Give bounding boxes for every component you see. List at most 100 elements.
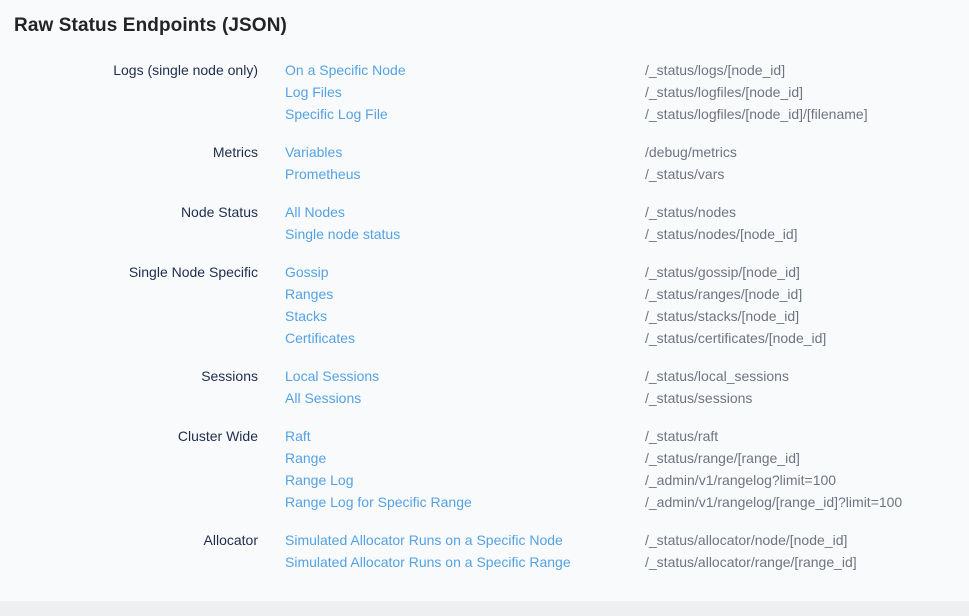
endpoint-link[interactable]: Gossip	[285, 264, 329, 280]
endpoint-group: Sessions Local Sessions /_status/local_ses…	[0, 365, 969, 409]
endpoint-row: All Nodes /_status/nodes	[285, 201, 969, 223]
endpoint-row: All Sessions /_status/sessions	[285, 387, 969, 409]
endpoint-link-cell: Ranges	[285, 283, 645, 305]
raw-status-endpoints-page: Raw Status Endpoints (JSON) Logs (single…	[0, 13, 969, 573]
category-label: Node Status	[0, 201, 258, 245]
endpoint-row: Local Sessions /_status/local_sessions	[285, 365, 969, 387]
endpoint-link[interactable]: Simulated Allocator Runs on a Specific R…	[285, 554, 571, 570]
endpoint-group: Allocator Simulated Allocator Runs on a S…	[0, 529, 969, 573]
endpoint-path: /_admin/v1/rangelog?limit=100	[645, 469, 969, 491]
endpoint-row: Simulated Allocator Runs on a Specific R…	[285, 551, 969, 573]
endpoint-link-cell: Certificates	[285, 327, 645, 349]
entry-list: Simulated Allocator Runs on a Specific N…	[285, 529, 969, 573]
endpoint-group: MetricsVariables/debug/metricsPrometheus…	[0, 141, 969, 185]
endpoint-link-cell: On a Specific Node	[285, 59, 645, 81]
endpoint-link[interactable]: Certificates	[285, 330, 355, 346]
endpoint-row: Gossip /_status/gossip/[node_id]	[285, 261, 969, 283]
endpoint-row: Log Files /_status/logfiles/[node_id]	[285, 81, 969, 103]
endpoint-path: /_status/ranges/[node_id]	[645, 283, 969, 305]
endpoint-path: /_status/stacks/[node_id]	[645, 305, 969, 327]
footer-band	[0, 601, 969, 616]
entry-list: Raft /_status/raft Range /_status/range/[ra…	[285, 425, 969, 513]
endpoint-link[interactable]: Variables	[285, 144, 342, 160]
endpoint-link-cell: Prometheus	[285, 163, 645, 185]
endpoint-link-cell: Raft	[285, 425, 645, 447]
entry-list: Gossip /_status/gossip/[node_id] Ranges /_s…	[285, 261, 969, 349]
entry-list: On a Specific Node /_status/logs/[node_id…	[285, 59, 969, 125]
endpoint-path: /_status/allocator/node/[node_id]	[645, 529, 969, 551]
category-label: Single Node Specific	[0, 261, 258, 349]
endpoint-path: /_status/nodes	[645, 201, 969, 223]
endpoint-link-cell: Log Files	[285, 81, 645, 103]
category-label: Sessions	[0, 365, 258, 409]
endpoint-group: Single Node Specific Gossip /_status/gossi…	[0, 261, 969, 349]
endpoint-link[interactable]: Range	[285, 450, 326, 466]
endpoint-link[interactable]: On a Specific Node	[285, 62, 406, 78]
endpoint-row: Variables/debug/metrics	[285, 141, 969, 163]
endpoint-group: Cluster Wide Raft /_status/raft Range /_stat…	[0, 425, 969, 513]
endpoint-link[interactable]: Log Files	[285, 84, 342, 100]
endpoint-link[interactable]: Stacks	[285, 308, 327, 324]
endpoint-link-cell: Gossip	[285, 261, 645, 283]
endpoint-row: Certificates /_status/certificates/[node_…	[285, 327, 969, 349]
endpoint-link[interactable]: Range Log for Specific Range	[285, 494, 472, 510]
endpoint-link[interactable]: Local Sessions	[285, 368, 379, 384]
endpoint-link-cell: Single node status	[285, 223, 645, 245]
endpoint-path: /_status/sessions	[645, 387, 969, 409]
endpoint-link-cell: Simulated Allocator Runs on a Specific N…	[285, 529, 645, 551]
endpoint-link[interactable]: Single node status	[285, 226, 400, 242]
endpoint-link-cell: Specific Log File	[285, 103, 645, 125]
endpoint-path: /debug/metrics	[645, 141, 969, 163]
endpoint-link-cell: Simulated Allocator Runs on a Specific R…	[285, 551, 645, 573]
endpoint-row: Specific Log File /_status/logfiles/[node…	[285, 103, 969, 125]
endpoint-path: /_status/certificates/[node_id]	[645, 327, 969, 349]
endpoint-row: Range /_status/range/[range_id]	[285, 447, 969, 469]
endpoint-row: Prometheus /_status/vars	[285, 163, 969, 185]
endpoint-path: /_status/logs/[node_id]	[645, 59, 969, 81]
endpoint-link-cell: All Nodes	[285, 201, 645, 223]
endpoint-row: Range Log for Specific Range /_admin/v1/r…	[285, 491, 969, 513]
endpoint-link-cell: Local Sessions	[285, 365, 645, 387]
endpoint-row: Stacks /_status/stacks/[node_id]	[285, 305, 969, 327]
endpoint-link[interactable]: Raft	[285, 428, 311, 444]
endpoint-link-cell: Stacks	[285, 305, 645, 327]
endpoint-link[interactable]: Range Log	[285, 472, 354, 488]
endpoint-link-cell: Variables	[285, 141, 645, 163]
category-label: Logs (single node only)	[0, 59, 258, 125]
endpoint-path: /_status/vars	[645, 163, 969, 185]
endpoint-row: Range Log /_admin/v1/rangelog?limit=100	[285, 469, 969, 491]
endpoint-row: On a Specific Node /_status/logs/[node_id…	[285, 59, 969, 81]
endpoint-path: /_status/logfiles/[node_id]/[filename]	[645, 103, 969, 125]
endpoint-link[interactable]: All Sessions	[285, 390, 361, 406]
page-title: Raw Status Endpoints (JSON)	[14, 13, 969, 39]
endpoint-row: Raft /_status/raft	[285, 425, 969, 447]
endpoint-link-cell: Range Log for Specific Range	[285, 491, 645, 513]
endpoint-path: /_status/gossip/[node_id]	[645, 261, 969, 283]
endpoint-link[interactable]: Specific Log File	[285, 106, 388, 122]
endpoint-path: /_status/local_sessions	[645, 365, 969, 387]
endpoint-link-cell: Range Log	[285, 469, 645, 491]
category-label: Cluster Wide	[0, 425, 258, 513]
endpoint-link[interactable]: Ranges	[285, 286, 333, 302]
endpoint-link[interactable]: All Nodes	[285, 204, 345, 220]
entry-list: All Nodes/_status/nodesSingle node statu…	[285, 201, 969, 245]
endpoint-row: Simulated Allocator Runs on a Specific N…	[285, 529, 969, 551]
endpoint-row: Ranges /_status/ranges/[node_id]	[285, 283, 969, 305]
entry-list: Local Sessions/_status/local_sessionsAll…	[285, 365, 969, 409]
endpoint-link-cell: All Sessions	[285, 387, 645, 409]
endpoint-path: /_status/allocator/range/[range_id]	[645, 551, 969, 573]
entry-list: Variables/debug/metrics Prometheus /_statu…	[285, 141, 969, 185]
endpoint-path: /_status/range/[range_id]	[645, 447, 969, 469]
endpoint-group: Logs (single node only) On a Specific Nod…	[0, 59, 969, 125]
category-label: Allocator	[0, 529, 258, 573]
endpoint-path: /_status/logfiles/[node_id]	[645, 81, 969, 103]
endpoint-link[interactable]: Simulated Allocator Runs on a Specific N…	[285, 532, 563, 548]
endpoint-path: /_admin/v1/rangelog/[range_id]?limit=100	[645, 491, 969, 513]
endpoint-group: Node StatusAll Nodes/_status/nodesSingle…	[0, 201, 969, 245]
endpoint-link-cell: Range	[285, 447, 645, 469]
category-label: Metrics	[0, 141, 258, 185]
endpoint-path: /_status/nodes/[node_id]	[645, 223, 969, 245]
endpoint-row: Single node status /_status/nodes/[node_i…	[285, 223, 969, 245]
endpoint-link[interactable]: Prometheus	[285, 166, 360, 182]
endpoint-path: /_status/raft	[645, 425, 969, 447]
